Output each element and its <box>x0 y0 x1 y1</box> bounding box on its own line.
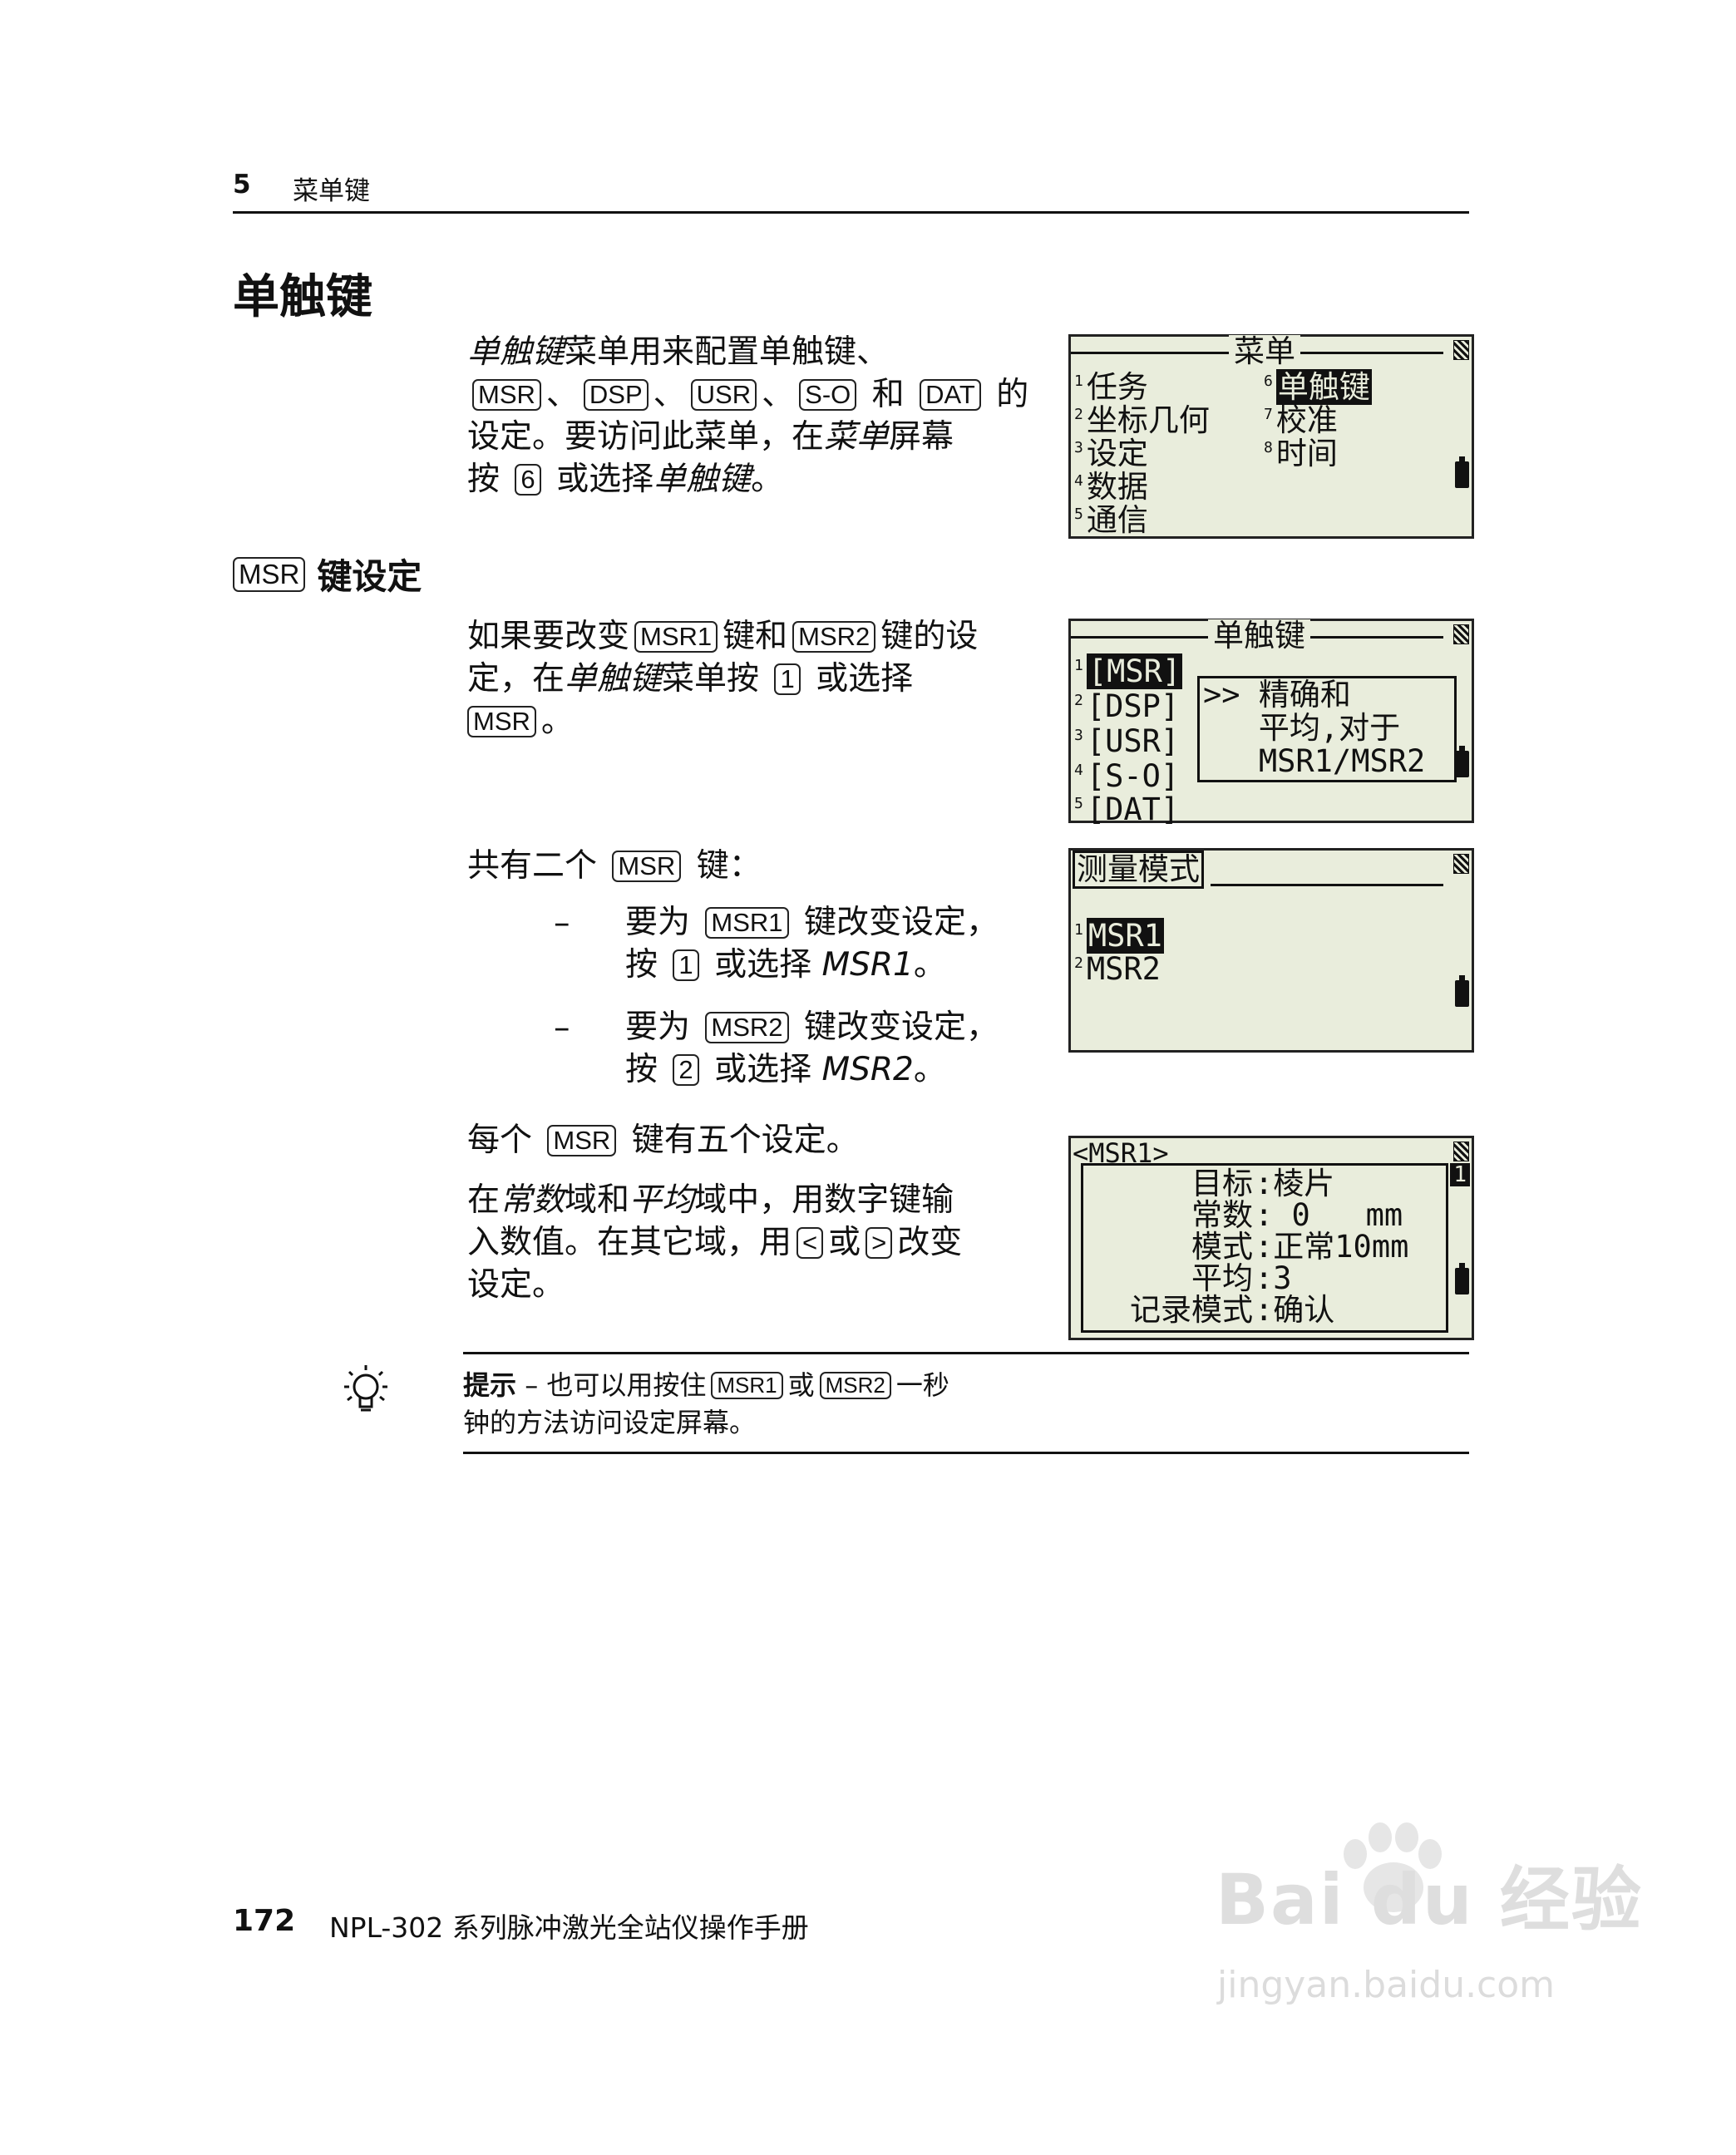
tip-text: 提示 – 也可以用按住 MSR1 或 MSR2 一秒 钟的方法访问设定屏幕。 <box>463 1369 949 1438</box>
s-o-key: S-O <box>799 379 857 411</box>
onetouch-screen: 单触键 1 [MSR] 2 [DSP] 3 [USR] 4 [S-O] 5 [DAT] >… <box>1068 619 1474 827</box>
menu-screen: 菜单 1 任务 2 坐标几何 3 设定 4 数据 5 通信 6 单触键 7 校准 8 时间 <box>1068 334 1474 539</box>
msr2-key: MSR2 <box>792 621 876 653</box>
section-title: 单触键 <box>233 270 372 324</box>
header-rule <box>233 211 1469 214</box>
msr2-key: MSR2 <box>819 1372 891 1399</box>
onetouch-item-2: 2 [DSP] <box>1074 688 1180 724</box>
six-key: 6 <box>515 464 541 496</box>
help-popup: >> 精确和 平均,对于 MSR1/MSR2 <box>1197 676 1457 782</box>
onetouch-item-1: 1 [MSR] <box>1074 653 1183 689</box>
bullet-dash: – <box>554 905 570 942</box>
msr-settings-heading: MSR 键设定 <box>233 549 422 599</box>
measmode-item-2: 2 MSR2 <box>1074 951 1161 987</box>
intro-paragraph: 单触键菜单用来配置单触键、 MSR、 DSP、 USR、 S-O 和 DAT 的 设定… <box>467 333 1029 498</box>
msr1-key: MSR1 <box>705 907 789 939</box>
msr2-key: MSR2 <box>705 1012 789 1043</box>
record-mode-value: 确认 <box>1273 1292 1335 1328</box>
page-indicator: 1 <box>1450 1163 1470 1186</box>
tip-bottom-rule <box>463 1452 1469 1454</box>
msr-key: MSR <box>472 379 541 411</box>
record-mode-label: 记录模式 <box>1130 1292 1253 1328</box>
menu-screen-title: 菜单 <box>1229 335 1300 368</box>
msr-key: MSR <box>612 851 682 882</box>
usr-key: USR <box>690 379 757 411</box>
para-five-settings: 每个 MSR 键有五个设定。 <box>467 1122 859 1159</box>
para-enter-values: 在常数域和平均域中，用数字键输 入数值。在其它域，用 < 或 > 改变 设定。 <box>467 1181 963 1304</box>
target-value: 棱片 <box>1273 1166 1335 1201</box>
dat-key: DAT <box>920 379 981 411</box>
msr1-key: MSR1 <box>634 621 718 653</box>
bullet-msr1: 要为 MSR1 键改变设定， 按 1 或选择 MSR1。 <box>625 904 999 984</box>
msr-key: MSR <box>233 556 306 592</box>
scroll-indicator-icon <box>1453 340 1469 360</box>
measure-mode-screen: 测量模式 1 MSR1 2 MSR2 <box>1068 848 1474 1053</box>
para-two-keys: 共有二个 MSR 键： <box>467 847 762 885</box>
onetouch-item-3: 3 [USR] <box>1074 723 1180 759</box>
watermark-url: jingyan.baidu.com <box>1217 1964 1556 2006</box>
menu-item-8: 8 时间 <box>1264 436 1338 471</box>
one-key: 1 <box>673 949 699 981</box>
scroll-indicator-icon <box>1453 624 1469 644</box>
two-key: 2 <box>673 1054 699 1086</box>
page-number: 172 <box>233 1904 296 1938</box>
onetouch-screen-title: 单触键 <box>1208 619 1310 653</box>
msr1-settings-screen: <MSR1> 1 目标 :棱片 常数 : 0 mm 模式 :正常10mm 平均 … <box>1068 1136 1474 1340</box>
battery-icon <box>1455 746 1469 777</box>
mode-label: 模式 <box>1191 1229 1253 1265</box>
left-arrow-key: < <box>796 1227 824 1259</box>
one-key: 1 <box>774 663 801 695</box>
battery-icon <box>1455 456 1469 488</box>
bullet-msr2: 要为 MSR2 键改变设定， 按 2 或选择 MSR2。 <box>625 1008 999 1088</box>
battery-icon <box>1455 1263 1469 1294</box>
watermark-logo: Bai du 经验 <box>1216 1859 1643 1940</box>
tip-top-rule <box>463 1352 1469 1354</box>
scroll-indicator-icon <box>1453 1142 1469 1161</box>
onetouch-item-5: 5 [DAT] <box>1074 791 1180 827</box>
measure-mode-title: 测量模式 <box>1073 851 1204 889</box>
average-label: 平均 <box>1191 1260 1253 1296</box>
bullet-dash: – <box>554 1009 570 1047</box>
msr-key: MSR <box>467 706 536 737</box>
dsp-key: DSP <box>583 379 649 411</box>
chapter-number: 5 <box>233 170 251 200</box>
battery-icon <box>1455 975 1469 1007</box>
msr1-key: MSR1 <box>711 1372 783 1399</box>
footer-title: NPL-302 系列脉冲激光全站仪操作手册 <box>329 1911 809 1944</box>
msr-key: MSR <box>547 1125 617 1156</box>
mode-value: 正常10mm <box>1273 1229 1409 1265</box>
average-value: 3 <box>1273 1260 1292 1296</box>
constant-field[interactable]: 0 mm <box>1273 1197 1403 1233</box>
scroll-indicator-icon <box>1453 854 1469 874</box>
chapter-title: 菜单键 <box>293 176 370 206</box>
lightbulb-icon <box>344 1365 387 1412</box>
menu-item-5: 5 通信 <box>1074 502 1148 538</box>
constant-label: 常数 <box>1191 1197 1253 1233</box>
para-change-keys: 如果要改变 MSR1 键和 MSR2 键的设 定，在单触键菜单按 1 或选择 MSR。 <box>467 618 979 740</box>
settings-frame: 目标 :棱片 常数 : 0 mm 模式 :正常10mm 平均 :3 记录模式 :… <box>1081 1163 1448 1333</box>
target-label: 目标 <box>1191 1166 1253 1201</box>
right-arrow-key: > <box>866 1227 893 1259</box>
